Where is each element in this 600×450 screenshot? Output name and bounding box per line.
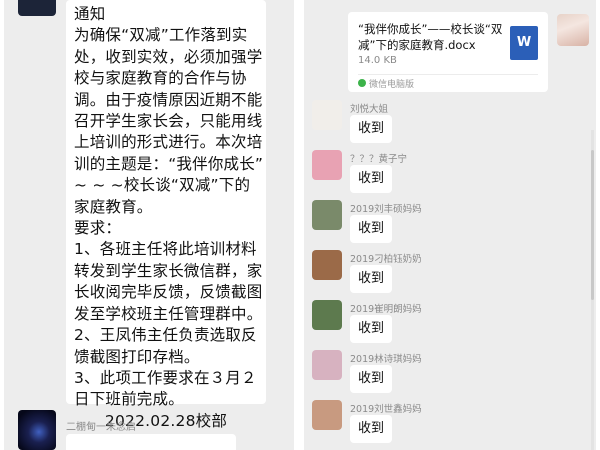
member-name: 刘悦大姐 [350, 104, 389, 115]
sender-avatar[interactable] [18, 410, 56, 450]
notice-text-line: 要求： [74, 219, 122, 238]
reply-message-bubble[interactable]: 收到 [350, 215, 392, 243]
reply-message-bubble[interactable]: 收到 [350, 165, 392, 193]
reply-message-bubble[interactable]: 收到 [350, 315, 392, 343]
my-avatar[interactable] [557, 14, 589, 46]
sender-name: 二棚甸一朱念启 [66, 422, 136, 433]
notice-text-line: 为确保“双减”工作落到实 [74, 26, 248, 45]
member-avatar[interactable] [312, 400, 342, 430]
notice-text-line: 2、王凤伟主任负责选取反 [74, 326, 257, 345]
notice-message-bubble[interactable]: 通知 为确保“双减”工作落到实 处，收到实效，必须加强学 校与家庭教育的合作与协 调。… [66, 0, 266, 430]
member-avatar[interactable] [312, 350, 342, 380]
member-avatar[interactable] [312, 150, 342, 180]
notice-text-line: 日下班前完成。 [74, 390, 184, 409]
file-source: 微信电脑版 [369, 80, 415, 90]
notice-text-line: 召开学生家长会，只能用线 [74, 112, 263, 131]
word-document-icon: W [510, 26, 538, 60]
file-size: 14.0 KB [358, 55, 397, 66]
member-name: ？？？黄子宁 [350, 154, 408, 165]
member-name: 2019崔明朗妈妈 [350, 304, 422, 315]
scrollbar-thumb[interactable] [591, 150, 594, 300]
file-message-card[interactable]: “我伴你成长”——校长谈“双减”下的家庭教育.docx 14.0 KB W 微信… [348, 12, 548, 92]
notice-text-line: 处，收到实效，必须加强学 [74, 47, 263, 66]
notice-text-line: 馈截图打印存档。 [74, 347, 200, 366]
reply-message-bubble[interactable]: 收到 [350, 115, 392, 143]
right-chat-panel: “我伴你成长”——校长谈“双减”下的家庭教育.docx 14.0 KB W 微信… [304, 0, 596, 450]
notice-text-line: 长收阅完毕反馈，反馈截图 [74, 283, 263, 302]
sender-avatar[interactable] [18, 0, 56, 16]
notice-text-line: 转发到学生家长微信群，家 [74, 261, 263, 280]
member-name: 2019刘世鑫妈妈 [350, 404, 422, 415]
reply-message-bubble[interactable]: 收到 [350, 365, 392, 393]
notice-text-line: 校与家庭教育的合作与协 [74, 69, 247, 88]
message-bubble[interactable] [66, 434, 236, 450]
reply-message-bubble[interactable]: 收到 [350, 265, 392, 293]
member-avatar[interactable] [312, 100, 342, 130]
member-avatar[interactable] [312, 250, 342, 280]
member-name: 2019刁柏钰奶奶 [350, 254, 422, 265]
notice-text-line: 家庭教育。 [74, 197, 153, 216]
notice-text-line: 发至学校班主任管理群中。 [74, 304, 263, 323]
left-chat-panel: 通知 为确保“双减”工作落到实 处，收到实效，必须加强学 校与家庭教育的合作与协 调。… [4, 0, 294, 450]
member-name: 2019林诗琪妈妈 [350, 354, 422, 365]
notice-text-line: 1、各班主任将此培训材料 [74, 240, 257, 259]
member-avatar[interactable] [312, 300, 342, 330]
member-name: 2019刘丰硕妈妈 [350, 204, 422, 215]
reply-message-bubble[interactable]: 收到 [350, 415, 392, 443]
notice-text-line: 上培训的形式进行。本次培 [74, 133, 263, 152]
member-avatar[interactable] [312, 200, 342, 230]
file-name: “我伴你成长”——校长谈“双减”下的家庭教育.docx [358, 22, 503, 52]
notice-text-line: 3、此项工作要求在３月２ [74, 368, 257, 387]
notice-text-line: 训的主题是：“我伴你成长” [74, 154, 264, 173]
notice-text-line: ~ ~ ~校长谈“双减”下的 [74, 176, 251, 195]
notice-text-line: 调。由于疫情原因近期不能 [74, 90, 263, 109]
notice-text-line: 通知 [74, 5, 106, 23]
divider [358, 74, 538, 75]
wechat-pc-icon [358, 79, 366, 87]
